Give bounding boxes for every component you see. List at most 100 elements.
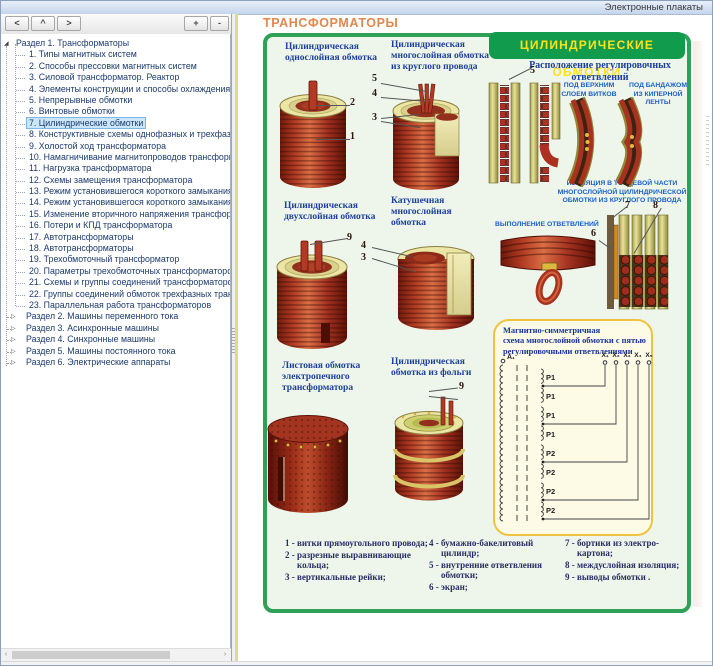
poster-header: ТРАНСФОРМАТОРЫ (263, 16, 398, 30)
branches-band-figure (497, 229, 599, 309)
terminal-x-label: X₃ (623, 352, 630, 359)
tree-item[interactable]: 11. Нагрузка трансформатора (1, 163, 230, 174)
leader-line (316, 139, 350, 140)
tree-item-label: 15. Изменение вторичного напряжения тран… (27, 209, 231, 219)
tree-item-label: 1. Типы магнитных систем (27, 49, 139, 59)
coil-label: P2 (546, 468, 555, 477)
legend-item: 2 - разрезные выравнивающие кольца; (285, 550, 431, 571)
tree-item-label: 2. Способы прессовки магнитных систем (27, 61, 199, 71)
tree-item[interactable]: 12. Схемы замещения трансформатора (1, 175, 230, 186)
scroll-right-icon[interactable]: › (220, 649, 230, 661)
tree-item[interactable]: 17. Автотрансформаторы (1, 232, 230, 243)
legend-column-1: 1 - витки прямоугольного провода; 2 - раз… (285, 538, 431, 584)
terminal-x-label: X₂ (612, 352, 619, 359)
window-title: Электронные плакаты (605, 1, 703, 14)
tree-item-label: 21. Схемы и группы соединений трансформа… (27, 277, 231, 287)
tree-item[interactable]: 21. Схемы и группы соединений трансформа… (1, 277, 230, 288)
tree-item-label: 13. Режим установившегося короткого замы… (27, 186, 231, 196)
tree-item[interactable]: 5. Непрерывные обмотки (1, 95, 230, 106)
tree-item[interactable]: 13. Режим установившегося короткого замы… (1, 186, 230, 197)
prev-button[interactable]: < (5, 16, 29, 31)
tree-item[interactable]: 19. Трехобмоточный трансформатор (1, 254, 230, 265)
foil-winding-figure (387, 391, 475, 525)
zoom-out-button[interactable]: - (210, 16, 229, 31)
tree-item[interactable]: 10. Намагничивание магнитопроводов транс… (1, 152, 230, 163)
coil-label: P1 (546, 392, 555, 401)
legend-item: 7 - бортики из электро-картона; (565, 538, 693, 559)
tree-item[interactable]: 7. Цилиндрические обмотки (1, 118, 230, 129)
tree-item-label: Раздел 6. Электрические аппараты (24, 357, 172, 367)
end-insulation-figure (607, 213, 671, 311)
taps-strips-figure (488, 79, 564, 189)
legend-column-3: 7 - бортики из электро-картона;8 - между… (565, 538, 693, 584)
terminal-x-label: X₄ (634, 352, 641, 359)
callout-f3-3: 3 (361, 252, 366, 263)
tree-item[interactable]: 2. Способы прессовки магнитных систем (1, 61, 230, 72)
tree-item-label: 17. Автотрансформаторы (27, 232, 136, 242)
callout-f2-3: 3 (372, 112, 377, 123)
tree-item[interactable]: 3. Силовой трансформатор. Реактор (1, 72, 230, 83)
coil-label: P1 (546, 411, 555, 420)
tree-item[interactable]: 6. Винтовые обмотки (1, 106, 230, 117)
callout-f6-9: 9 (459, 381, 464, 392)
legend-item: 4 - бумажно-бакелитовый цилиндр; (429, 538, 555, 559)
scroll-left-icon[interactable]: ‹ (1, 649, 11, 661)
tree-item[interactable]: 4. Элементы конструкции и способы охлажд… (1, 84, 230, 95)
scrollbar-thumb[interactable] (12, 651, 170, 659)
tree-item[interactable]: 15. Изменение вторичного напряжения тран… (1, 209, 230, 220)
tree-item-label: 23. Параллельная работа трансформаторов (27, 300, 213, 310)
legend-item: 6 - экран; (429, 582, 555, 592)
tree-item[interactable]: 20. Параметры трехобмоточных трансформат… (1, 266, 230, 277)
section-tree[interactable]: ◢Раздел 1. Трансформаторы1. Типы магнитн… (1, 34, 231, 648)
tree-section-transformers[interactable]: ◢Раздел 1. Трансформаторы (1, 38, 230, 49)
callout-ins-6: 6 (591, 228, 596, 239)
figure1-title: Цилиндрическая однослойная обмотка (285, 42, 381, 64)
up-button[interactable]: ^ (31, 16, 55, 31)
figure2-title: Цилиндрическая многослойная обмотка из к… (391, 40, 499, 73)
coil-label: P1 (546, 373, 555, 382)
poster-right-shade (693, 41, 702, 607)
tree-item-label: 12. Схемы замещения трансформатора (27, 175, 194, 185)
callout-f3-9: 9 (347, 232, 352, 243)
tree-item[interactable]: 8. Конструктивные схемы однофазных и тре… (1, 129, 230, 140)
collapsed-icon[interactable]: ▷ (11, 358, 16, 370)
callout-f1-1: 1 (350, 131, 355, 142)
callout-ins-8: 8 (653, 200, 658, 211)
tree-item[interactable]: 9. Холостой ход трансформатора (1, 141, 230, 152)
two-layer-winding-figure (269, 237, 357, 351)
leader-line (316, 105, 350, 106)
tree-guide-line (6, 46, 7, 366)
tree-section[interactable]: ▷Раздел 4. Синхронные машины (1, 334, 230, 345)
terminal-x-label: X₅ (645, 352, 652, 359)
taps-bands-figure (565, 97, 659, 187)
sheet-winding-figure (263, 405, 353, 529)
tree-item-label: 11. Нагрузка трансформатора (27, 163, 154, 173)
tree-item-label: 8. Конструктивные схемы однофазных и тре… (27, 129, 231, 139)
tree-item[interactable]: 22. Группы соединений обмоток трехфазных… (1, 289, 230, 300)
tree-item[interactable]: 14. Режим установившегося короткого замы… (1, 197, 230, 208)
tree-section[interactable]: ▷Раздел 5. Машины постоянного тока (1, 346, 230, 357)
zoom-in-button[interactable]: + (184, 16, 208, 31)
tree-section[interactable]: ▷ Раздел 6. Электрические аппараты (1, 357, 230, 368)
tree-item-label: 18. Автотрансформаторы (27, 243, 136, 253)
callout-f3-4: 4 (361, 240, 366, 251)
tree-item-label: Раздел 4. Синхронные машины (24, 334, 157, 344)
single-layer-winding-figure (273, 79, 353, 191)
tree-item-label: 19. Трехобмоточный трансформатор (27, 254, 181, 264)
legend-item: 1 - витки прямоугольного провода; (285, 538, 431, 548)
tree-item-label: Раздел 2. Машины переменного тока (24, 311, 180, 321)
tree-item[interactable]: 23. Параллельная работа трансформаторов (1, 300, 230, 311)
tree-item-label: Раздел 3. Асинхронные машины (24, 323, 161, 333)
tree-item[interactable]: 16. Потери и КПД трансформатора (1, 220, 230, 231)
tree-section[interactable]: ▷Раздел 3. Асинхронные машины (1, 323, 230, 334)
legend-item: 3 - вертикальные рейки; (285, 572, 431, 582)
tree-item[interactable]: 18. Автотрансформаторы (1, 243, 230, 254)
tree-item-label: 4. Элементы конструкции и способы охлажд… (27, 84, 231, 94)
main-scroll-grip-icon[interactable] (706, 116, 709, 166)
next-button[interactable]: > (57, 16, 81, 31)
tree-section[interactable]: ▷Раздел 2. Машины переменного тока (1, 311, 230, 322)
tree-horizontal-scrollbar[interactable]: ‹ › (1, 648, 232, 662)
tree-item-label: Раздел 1. Трансформаторы (14, 38, 131, 48)
tree-item-label: 16. Потери и КПД трансформатора (27, 220, 174, 230)
tree-item[interactable]: 1. Типы магнитных систем (1, 49, 230, 60)
